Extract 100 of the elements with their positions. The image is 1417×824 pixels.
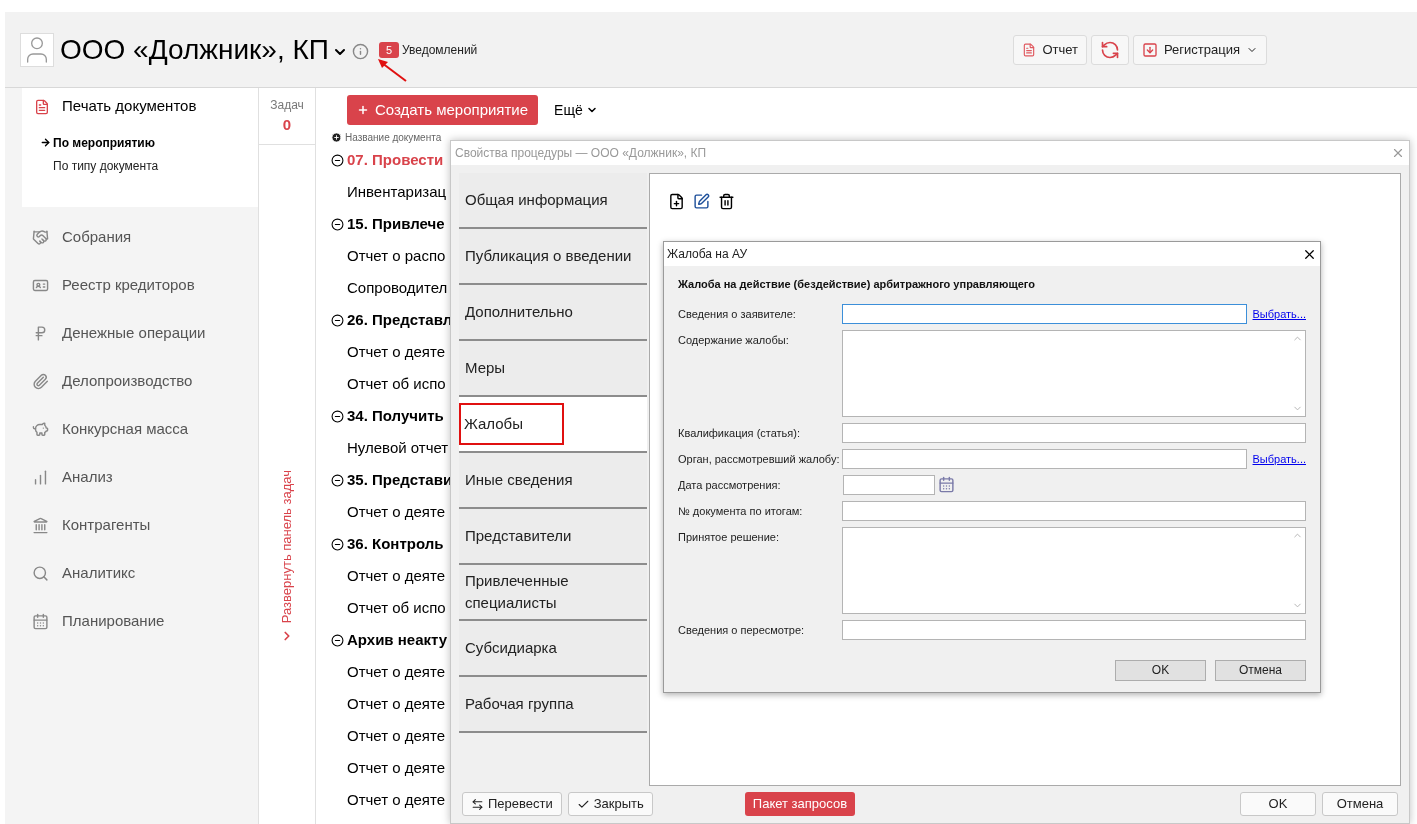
group-title[interactable]: 07. Провести [347, 148, 444, 172]
tab[interactable]: Субсидиарка [459, 621, 647, 677]
sidebar-item[interactable]: Конкурсная масса [22, 405, 258, 453]
document-title[interactable]: Отчет о деяте [347, 788, 445, 812]
column-header[interactable]: Название документа [345, 129, 442, 145]
collapse-icon[interactable] [331, 217, 344, 231]
document-title[interactable]: Отчет о деяте [347, 660, 445, 684]
dialog-button[interactable]: OK [1115, 659, 1206, 681]
field-label: Квалификация (статья): [678, 425, 802, 441]
dialog-button[interactable]: OK [1240, 792, 1316, 816]
sidebar-item[interactable]: Аналитикс [22, 549, 258, 597]
page-title: ООО «Должник», КП [60, 32, 329, 67]
document-title[interactable]: Отчет о распо [347, 244, 446, 268]
dialog-button[interactable]: Отмена [1215, 659, 1306, 681]
annotation-arrow [376, 57, 408, 83]
field-label: Содержание жалобы: [678, 332, 790, 348]
document-title[interactable]: Отчет о деяте [347, 340, 445, 364]
group-title[interactable]: Архив неакту [347, 628, 448, 652]
tab[interactable]: Меры [459, 341, 647, 397]
pen-icon[interactable] [693, 193, 710, 210]
group-title[interactable]: 35. Представи [347, 468, 453, 492]
expand-tasks-button[interactable]: Развернуть панель задач [277, 470, 297, 644]
document-title[interactable]: Отчет о деяте [347, 500, 445, 524]
sidebar-subitem[interactable]: По типу документа [40, 156, 258, 175]
collapse-icon[interactable] [331, 473, 344, 487]
sidebar-item[interactable]: Реестр кредиторов [22, 261, 258, 309]
sidebar-item[interactable]: Планирование [22, 597, 258, 645]
field-label: Сведения о заявителе: [678, 306, 797, 322]
document-icon [34, 98, 50, 115]
document-title[interactable]: Отчет о деяте [347, 756, 445, 780]
calendar-icon [32, 612, 49, 630]
text-field[interactable] [842, 500, 1306, 521]
file-plus-icon[interactable] [668, 193, 685, 210]
document-title[interactable]: Отчет о деяте [347, 692, 445, 716]
notification-count[interactable]: 5 [378, 41, 400, 58]
dialog-title: Жалоба на АУ [667, 246, 748, 263]
tab[interactable]: Представители [459, 509, 647, 565]
text-area[interactable] [842, 526, 1306, 614]
handshake-icon [32, 228, 49, 246]
document-title[interactable]: Отчет об испо [347, 372, 446, 396]
trash-icon[interactable] [718, 193, 735, 210]
group-title[interactable]: 34. Получить [347, 404, 444, 428]
collapse-icon[interactable] [331, 313, 344, 327]
piggy-bank-icon [32, 420, 49, 438]
notifications-label[interactable]: Уведомлений [402, 40, 478, 59]
tab[interactable]: Общая информация [459, 173, 647, 229]
sidebar-subitem[interactable]: По мероприятию [40, 133, 258, 152]
tab[interactable]: Публикация о введении [459, 229, 647, 285]
bar-chart-icon [32, 468, 49, 486]
expand-all-icon[interactable] [331, 131, 342, 143]
date-field[interactable] [843, 474, 935, 495]
document-title[interactable]: Отчет о деяте [347, 564, 445, 588]
tab[interactable]: Жалобы [459, 397, 647, 453]
close-procedure-button[interactable]: Закрыть [567, 792, 653, 816]
plus-icon [357, 104, 369, 116]
document-title[interactable]: Сопроводител [347, 276, 448, 300]
dialog-title: Свойства процедуры — ООО «Должник», КП [455, 145, 707, 162]
sidebar-item[interactable]: Денежные операции [22, 309, 258, 357]
avatar-icon [20, 32, 54, 67]
document-icon [1022, 42, 1037, 57]
field-label: Орган, рассмотревший жалобу: [678, 451, 841, 467]
group-title[interactable]: 15. Привлече [347, 212, 445, 236]
collapse-icon[interactable] [331, 153, 344, 167]
text-area[interactable] [842, 329, 1306, 417]
collapse-icon[interactable] [331, 633, 344, 647]
tab[interactable]: Привлеченные специалисты [459, 565, 647, 621]
field-label: Сведения о пересмотре: [678, 622, 806, 638]
transfer-button[interactable]: Перевести [462, 792, 562, 816]
sidebar-item[interactable]: Собрания [22, 213, 258, 261]
registration-button[interactable]: Регистрация [1133, 34, 1267, 65]
document-title[interactable]: Отчет об испо [347, 596, 446, 620]
form-heading: Жалоба на действие (бездействие) арбитражного управляющего [678, 277, 1036, 292]
sidebar-item[interactable]: Контрагенты [22, 501, 258, 549]
document-title[interactable]: Инвентаризац [347, 180, 447, 204]
text-field[interactable] [842, 422, 1306, 443]
group-title[interactable]: 36. Контроль [347, 532, 444, 556]
request-package-button[interactable]: Пакет запросов [744, 792, 856, 816]
document-title[interactable]: Отчет о деяте [347, 724, 445, 748]
report-button[interactable]: Отчет [1013, 34, 1087, 65]
field-label: № документа по итогам: [678, 503, 804, 519]
sidebar-section[interactable]: Печать документов [22, 88, 258, 125]
sync-button[interactable] [1091, 34, 1129, 65]
choose-link[interactable]: Выбрать... [1252, 448, 1306, 469]
create-event-button[interactable]: Создать мероприятие [347, 95, 539, 125]
text-field[interactable] [842, 619, 1306, 640]
text-field[interactable] [842, 448, 1247, 469]
calendar-icon[interactable] [938, 476, 955, 493]
document-title[interactable]: Нулевой отчет [347, 436, 449, 460]
collapse-icon[interactable] [331, 409, 344, 423]
group-title[interactable]: 26. Представл [347, 308, 453, 332]
sidebar-item[interactable]: Делопроизводство [22, 357, 258, 405]
sidebar-item[interactable]: Анализ [22, 453, 258, 501]
more-button[interactable]: Ещё [554, 99, 598, 121]
tab[interactable]: Иные сведения [459, 453, 647, 509]
text-field[interactable] [842, 303, 1247, 324]
tab[interactable]: Дополнительно [459, 285, 647, 341]
collapse-icon[interactable] [331, 537, 344, 551]
tab[interactable]: Рабочая группа [459, 677, 647, 733]
choose-link[interactable]: Выбрать... [1252, 303, 1306, 324]
dialog-button[interactable]: Отмена [1322, 792, 1398, 816]
